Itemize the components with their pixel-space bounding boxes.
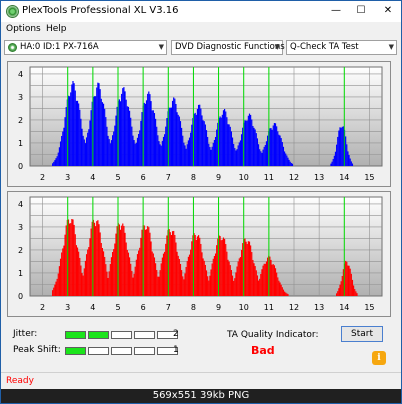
x-tick-label: 14 — [339, 173, 349, 182]
jitter-label: Jitter: — [13, 329, 38, 339]
x-tick-label: 4 — [90, 173, 95, 182]
y-tick-label: 4 — [18, 200, 23, 209]
jitter-meter — [65, 331, 180, 339]
meter-cell — [111, 347, 132, 355]
menu-help[interactable]: Help — [46, 24, 67, 34]
x-tick-label: 12 — [289, 173, 299, 182]
x-tick-label: 7 — [166, 173, 171, 182]
title-bar: PlexTools Professional XL V3.16 — ☐ ✕ — [1, 1, 401, 22]
x-tick-label: 13 — [314, 173, 324, 182]
jitter-value: 2 — [173, 329, 179, 339]
function-select-value: DVD Diagnostic Functions — [175, 42, 285, 52]
x-tick-label: 8 — [191, 173, 196, 182]
x-tick-label: 7 — [166, 303, 171, 312]
y-tick-label: 0 — [18, 162, 23, 171]
y-tick-label: 2 — [18, 116, 23, 125]
x-tick-label: 11 — [264, 173, 274, 182]
x-tick-label: 2 — [40, 173, 45, 182]
top-chart: 0 1 2 3 4 2 3 4 5 6 7 8 9 10 11 12 13 14 15 — [7, 61, 391, 187]
x-tick-label: 6 — [141, 173, 146, 182]
peak-shift-value: 1 — [173, 345, 179, 355]
drive-select-value: HA:0 ID:1 PX-716A — [20, 42, 99, 52]
x-tick-label: 10 — [239, 173, 249, 182]
chevron-down-icon: ▼ — [274, 43, 280, 51]
meter-cell — [88, 347, 109, 355]
x-tick-label: 5 — [115, 303, 120, 312]
meter-cell — [65, 331, 86, 339]
info-icon[interactable]: i — [372, 351, 386, 365]
chevron-down-icon: ▼ — [388, 43, 394, 51]
image-caption-bar: 569x551 39kb PNG — [1, 389, 401, 403]
meter-cell — [111, 331, 132, 339]
x-tick-label: 5 — [115, 173, 120, 182]
x-tick-label: 13 — [314, 303, 324, 312]
y-tick-label: 4 — [18, 70, 23, 79]
x-tick-label: 9 — [216, 173, 221, 182]
x-tick-label: 8 — [191, 303, 196, 312]
x-tick-label: 11 — [264, 303, 274, 312]
start-button[interactable]: Start — [341, 326, 383, 342]
peak-shift-meter — [65, 347, 180, 355]
x-tick-label: 15 — [364, 303, 374, 312]
image-caption: 569x551 39kb PNG — [152, 390, 250, 401]
top-chart-svg: 012342 3 4 5 6 7 8 9 10 11 12 13 14 15 — [18, 66, 383, 182]
plextools-app-icon — [6, 5, 19, 18]
peak-shift-label: Peak Shift: — [13, 345, 61, 355]
menu-bar: Options Help — [1, 23, 401, 37]
x-tick-label: 15 — [364, 173, 374, 182]
y-tick-label: 1 — [18, 139, 23, 148]
menu-options[interactable]: Options — [6, 24, 41, 34]
function-select[interactable]: DVD Diagnostic Functions ▼ — [171, 40, 285, 55]
x-tick-label: 4 — [90, 303, 95, 312]
minimize-button[interactable]: — — [329, 4, 343, 17]
meter-cell — [88, 331, 109, 339]
y-tick-label: 2 — [18, 246, 23, 255]
close-button[interactable]: ✕ — [381, 4, 395, 17]
x-tick-label: 10 — [239, 303, 249, 312]
y-tick-label: 3 — [18, 223, 23, 232]
bottom-chart: 0 1 2 3 4 2 3 4 5 6 7 8 9 10 11 12 13 14 15 — [7, 191, 391, 317]
toolbar: HA:0 ID:1 PX-716A ▼ DVD Diagnostic Funct… — [1, 38, 401, 58]
test-select-value: Q-Check TA Test — [290, 42, 359, 52]
x-tick-label: 9 — [216, 303, 221, 312]
meter-cell — [134, 331, 155, 339]
ta-quality-result: Bad — [251, 344, 275, 357]
meter-cell — [134, 347, 155, 355]
x-tick-label: 2 — [40, 303, 45, 312]
status-bar: Ready — [1, 372, 401, 389]
x-tick-label: 3 — [65, 173, 70, 182]
maximize-button[interactable]: ☐ — [354, 4, 368, 17]
x-tick-label: 12 — [289, 303, 299, 312]
ta-quality-label: TA Quality Indicator: — [227, 330, 319, 340]
drive-select[interactable]: HA:0 ID:1 PX-716A ▼ — [4, 40, 167, 55]
window-title: PlexTools Professional XL V3.16 — [22, 5, 179, 16]
x-tick-label: 14 — [339, 303, 349, 312]
test-select[interactable]: Q-Check TA Test ▼ — [286, 40, 397, 55]
drive-disc-icon — [8, 43, 17, 52]
x-tick-label: 3 — [65, 303, 70, 312]
x-tick-label: 6 — [141, 303, 146, 312]
y-tick-label: 0 — [18, 292, 23, 301]
y-tick-label: 3 — [18, 93, 23, 102]
status-text: Ready — [6, 376, 34, 386]
y-tick-label: 1 — [18, 269, 23, 278]
app-window: PlexTools Professional XL V3.16 — ☐ ✕ Op… — [0, 0, 402, 404]
bottom-chart-svg: 012342 3 4 5 6 7 8 9 10 11 12 13 14 15 — [18, 196, 383, 312]
meter-cell — [65, 347, 86, 355]
chevron-down-icon: ▼ — [158, 43, 164, 51]
